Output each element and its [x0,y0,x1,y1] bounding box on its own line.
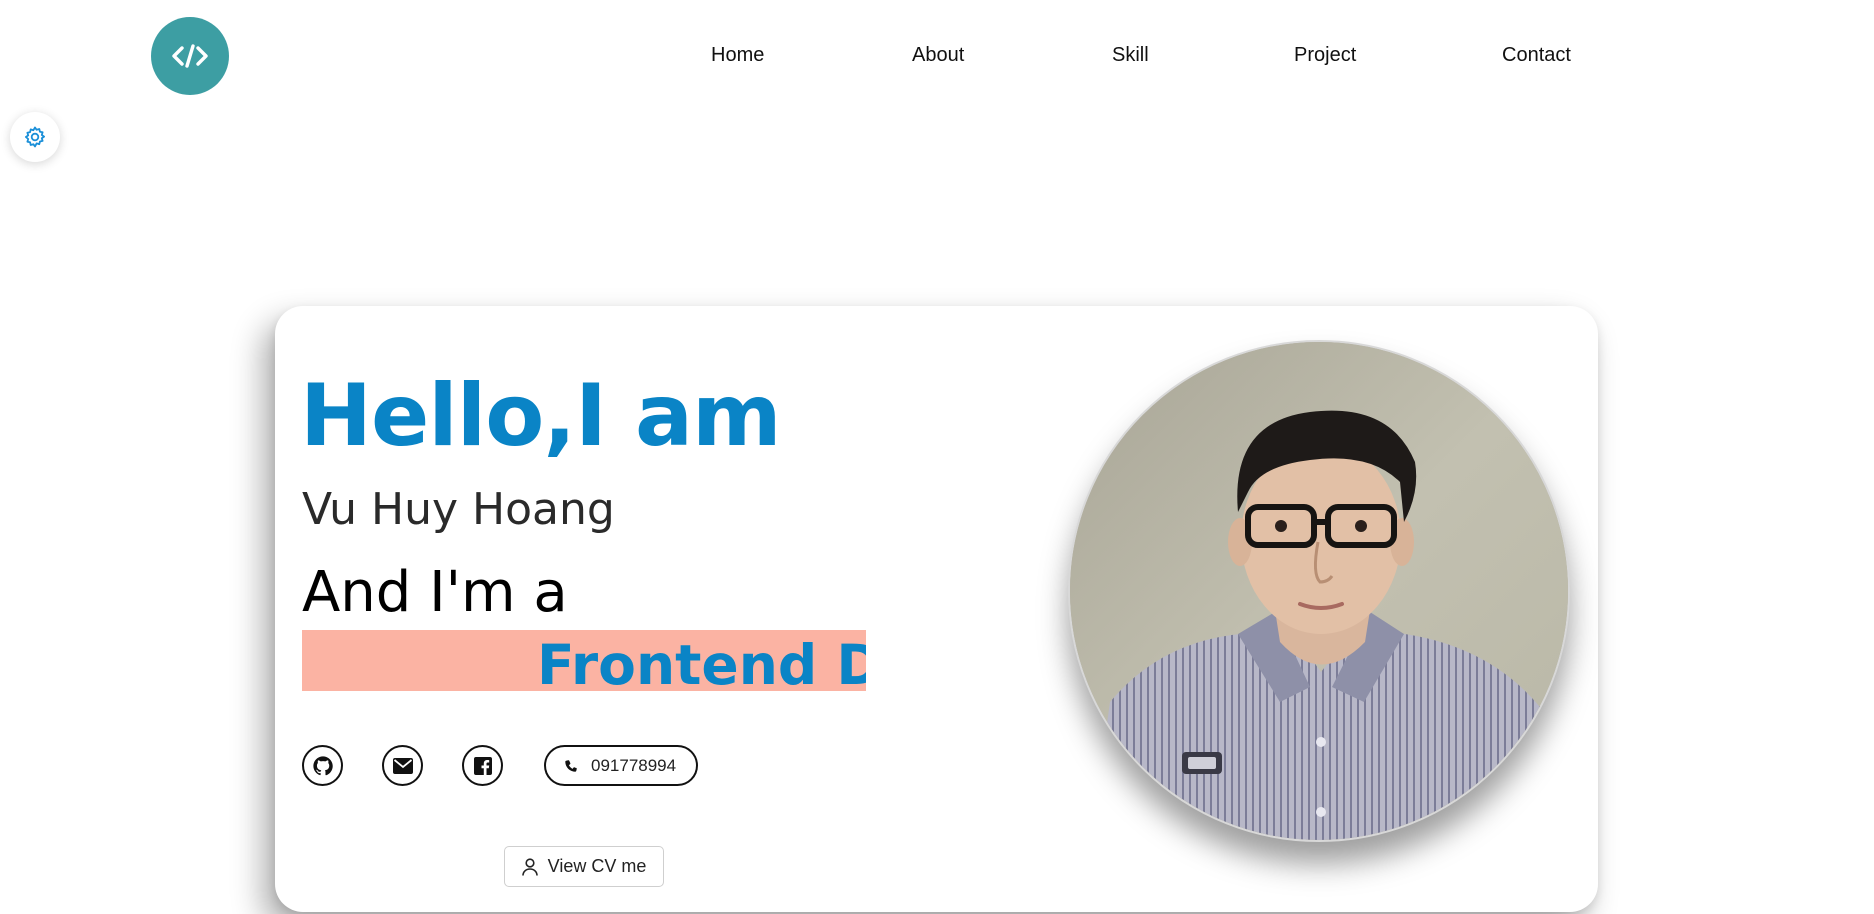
view-cv-label: View CV me [547,856,647,876]
mail-icon [392,757,413,774]
main-nav: Home About Skill Project Contact [0,0,1874,114]
portrait-illustration [1070,342,1568,840]
hero-role-intro: And I'm a [302,560,568,625]
phone-button[interactable]: 091778994 [544,745,699,786]
hero-role-typed: Frontend De [537,633,866,691]
view-cv-button[interactable]: View CV me [504,846,664,887]
nav-item-skill[interactable]: Skill [1112,44,1149,67]
hero-greeting: Hello,I am [300,366,782,466]
email-link[interactable] [382,745,423,786]
nav-item-project[interactable]: Project [1294,44,1356,67]
nav-item-about[interactable]: About [912,44,964,67]
nav-item-home[interactable]: Home [711,44,764,67]
phone-number: 091778994 [591,755,677,775]
gear-icon [25,126,45,148]
portfolio-page: Home About Skill Project Contact Hello,I… [0,0,1874,914]
nav-item-contact[interactable]: Contact [1502,44,1571,67]
facebook-link[interactable] [462,745,503,786]
profile-photo [1068,340,1570,842]
github-link[interactable] [302,745,343,786]
hero-card: Hello,I am Vu Huy Hoang And I'm a Fronte… [275,306,1598,912]
facebook-icon [473,756,492,775]
user-icon [521,857,538,876]
settings-button[interactable] [10,112,60,162]
phone-icon [565,760,577,772]
typing-highlight: Frontend De [302,630,866,691]
hero-name: Vu Huy Hoang [302,484,615,535]
github-icon [312,755,333,775]
